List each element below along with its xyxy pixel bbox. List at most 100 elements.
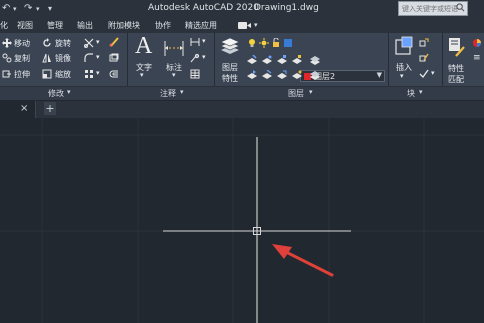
- block-attribute-dropdown-icon[interactable]: ▾: [431, 69, 435, 77]
- search-icon[interactable]: [456, 3, 465, 12]
- customize-quick-access-icon[interactable]: ▾: [48, 4, 52, 13]
- dimension-dropdown-icon[interactable]: ▾: [172, 71, 176, 79]
- match-properties-label-2[interactable]: 匹配: [448, 74, 464, 85]
- move-label[interactable]: 移动: [14, 38, 30, 49]
- create-block-icon[interactable]: [419, 38, 429, 48]
- dimension-icon[interactable]: [163, 38, 185, 58]
- layer-copy-icon[interactable]: [310, 70, 320, 80]
- crosshair-cursor: [163, 137, 351, 323]
- linear-dimension-dropdown-icon[interactable]: ▾: [202, 37, 206, 45]
- title-bar: ↶ ▾ ↷ ▾ ▾ Autodesk AutoCAD 2020 Drawing1…: [0, 0, 484, 18]
- block-panel-title[interactable]: 块: [407, 88, 415, 99]
- match-properties-icon[interactable]: [447, 36, 467, 58]
- tab-drawing1[interactable]: ×: [0, 101, 36, 118]
- stretch-icon[interactable]: [2, 69, 12, 79]
- layer-properties-label-1[interactable]: 图层: [222, 62, 238, 73]
- make-current-icon[interactable]: [247, 70, 257, 80]
- explode-icon[interactable]: [109, 53, 119, 63]
- layers-panel-title[interactable]: 图层: [288, 88, 304, 99]
- drawing-canvas[interactable]: [0, 118, 484, 323]
- modify-panel-title[interactable]: 修改: [48, 88, 64, 99]
- chevron-down-icon: ▼: [376, 71, 382, 79]
- layer-properties-label-2[interactable]: 特性: [222, 73, 238, 84]
- undo-icon[interactable]: ↶: [2, 3, 10, 14]
- video-icon[interactable]: [238, 21, 252, 30]
- scale-icon[interactable]: [42, 69, 52, 79]
- match-layer-icon[interactable]: [262, 70, 272, 80]
- array-icon[interactable]: [84, 69, 94, 79]
- color-wheel-icon[interactable]: [472, 38, 482, 48]
- copy-icon[interactable]: [2, 53, 12, 63]
- annotation-panel-dropdown-icon[interactable]: ▾: [180, 88, 184, 96]
- layer-walk-icon[interactable]: [292, 70, 302, 80]
- file-name: Drawing1.dwg: [254, 3, 319, 13]
- new-tab-button[interactable]: +: [44, 102, 56, 115]
- text-icon[interactable]: A: [135, 33, 152, 60]
- layer-off-icon[interactable]: [247, 55, 257, 65]
- redo-icon[interactable]: ↷: [24, 3, 32, 14]
- model-space: [0, 118, 484, 323]
- search-input[interactable]: [399, 2, 459, 15]
- leader-dropdown-icon[interactable]: ▾: [202, 53, 206, 61]
- modify-panel-dropdown-icon[interactable]: ▾: [67, 88, 71, 96]
- table-icon[interactable]: [190, 69, 200, 79]
- insert-block-icon[interactable]: [393, 35, 415, 57]
- close-tab-icon[interactable]: ×: [20, 103, 28, 114]
- menu-item-featured-apps[interactable]: 精选应用: [185, 20, 217, 31]
- copy-label[interactable]: 复制: [14, 53, 30, 64]
- menu-item-output[interactable]: 输出: [77, 20, 93, 31]
- rotate-icon[interactable]: [42, 38, 52, 48]
- stretch-label[interactable]: 拉伸: [14, 69, 30, 80]
- layer-unlocked-icon[interactable]: [271, 38, 281, 48]
- erase-icon[interactable]: [109, 37, 119, 47]
- layer-thaw-sun-icon[interactable]: [259, 38, 269, 48]
- file-tab-bar: × +: [0, 101, 484, 118]
- layer-plot-icon[interactable]: [283, 38, 293, 48]
- trim-dropdown-icon[interactable]: ▾: [96, 38, 100, 46]
- ribbon-panel-titles: 修改 ▾ 注释 ▾ 图层 ▾ 块 ▾: [0, 86, 484, 100]
- menu-item-1[interactable]: 化: [0, 20, 8, 31]
- block-attribute-icon[interactable]: [419, 69, 429, 79]
- match-properties-label-1[interactable]: 特性: [448, 63, 464, 74]
- app-title: Autodesk AutoCAD 2020: [148, 3, 259, 13]
- menu-bar: 化 视图 管理 输出 附加模块 协作 精选应用 ▾: [0, 18, 484, 33]
- insert-dropdown-icon[interactable]: ▾: [400, 72, 404, 80]
- layers-panel-dropdown-icon[interactable]: ▾: [309, 88, 313, 96]
- video-dropdown-icon[interactable]: ▾: [254, 21, 258, 29]
- annotation-panel-title[interactable]: 注释: [160, 88, 176, 99]
- layer-properties-icon[interactable]: [219, 36, 241, 58]
- trim-icon[interactable]: [84, 38, 94, 48]
- insert-label[interactable]: 插入: [396, 62, 412, 73]
- layer-freeze-icon[interactable]: [277, 55, 287, 65]
- redo-dropdown-icon[interactable]: ▾: [36, 5, 40, 13]
- lineweight-icon[interactable]: ≡: [473, 53, 481, 63]
- text-label[interactable]: 文字: [136, 62, 152, 73]
- annotation-arrow: [272, 244, 334, 277]
- leader-icon[interactable]: [190, 53, 200, 63]
- fillet-icon[interactable]: [84, 53, 94, 63]
- linear-dimension-icon[interactable]: [190, 37, 200, 47]
- menu-item-collaborate[interactable]: 协作: [155, 20, 171, 31]
- rotate-label[interactable]: 旋转: [55, 38, 71, 49]
- array-dropdown-icon[interactable]: ▾: [96, 69, 100, 77]
- edit-block-icon[interactable]: [419, 53, 429, 63]
- menu-item-view[interactable]: 视图: [17, 20, 33, 31]
- fillet-dropdown-icon[interactable]: ▾: [96, 53, 100, 61]
- block-panel-dropdown-icon[interactable]: ▾: [419, 88, 423, 96]
- move-icon[interactable]: [2, 38, 12, 48]
- layer-lock-icon[interactable]: [292, 55, 302, 65]
- layer-previous-icon[interactable]: [277, 70, 287, 80]
- menu-item-manage[interactable]: 管理: [47, 20, 63, 31]
- grid-lines: [0, 118, 484, 323]
- menu-item-addins[interactable]: 附加模块: [108, 20, 140, 31]
- mirror-icon[interactable]: [42, 53, 52, 63]
- offset-icon[interactable]: [109, 69, 119, 79]
- scale-label[interactable]: 缩放: [55, 69, 71, 80]
- text-dropdown-icon[interactable]: ▾: [140, 71, 144, 79]
- layer-stack-icon[interactable]: [310, 55, 320, 65]
- undo-dropdown-icon[interactable]: ▾: [13, 5, 17, 13]
- layer-on-bulb-icon[interactable]: [247, 38, 257, 48]
- mirror-label[interactable]: 镜像: [55, 53, 71, 64]
- layer-isolate-icon[interactable]: [262, 55, 272, 65]
- search-box[interactable]: [398, 1, 468, 16]
